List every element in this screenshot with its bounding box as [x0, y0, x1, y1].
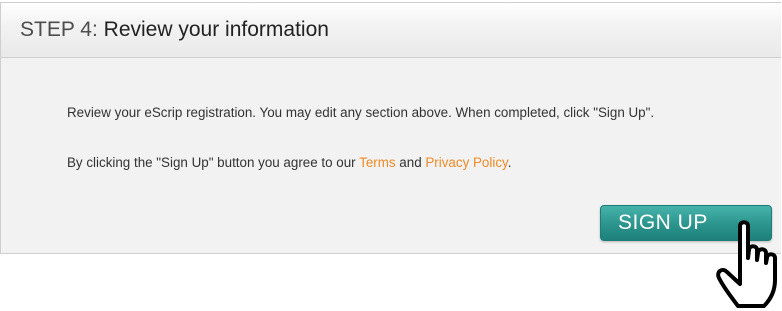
and-text: and — [395, 155, 426, 170]
agree-suffix: . — [507, 155, 512, 170]
panel-header: STEP 4: Review your information — [1, 3, 781, 58]
privacy-policy-link[interactable]: Privacy Policy — [425, 155, 507, 170]
step-label: STEP 4: — [20, 18, 98, 41]
panel-body: Review your eScrip registration. You may… — [1, 58, 781, 254]
review-panel: STEP 4: Review your information Review y… — [0, 2, 781, 254]
hand-pointer-icon — [716, 220, 777, 308]
panel-title: Review your information — [103, 18, 329, 41]
review-instructions: Review your eScrip registration. You may… — [67, 105, 655, 120]
terms-agreement: By clicking the "Sign Up" button you agr… — [67, 155, 511, 170]
agree-prefix: By clicking the "Sign Up" button you agr… — [67, 155, 360, 170]
terms-link[interactable]: Terms — [359, 155, 395, 170]
